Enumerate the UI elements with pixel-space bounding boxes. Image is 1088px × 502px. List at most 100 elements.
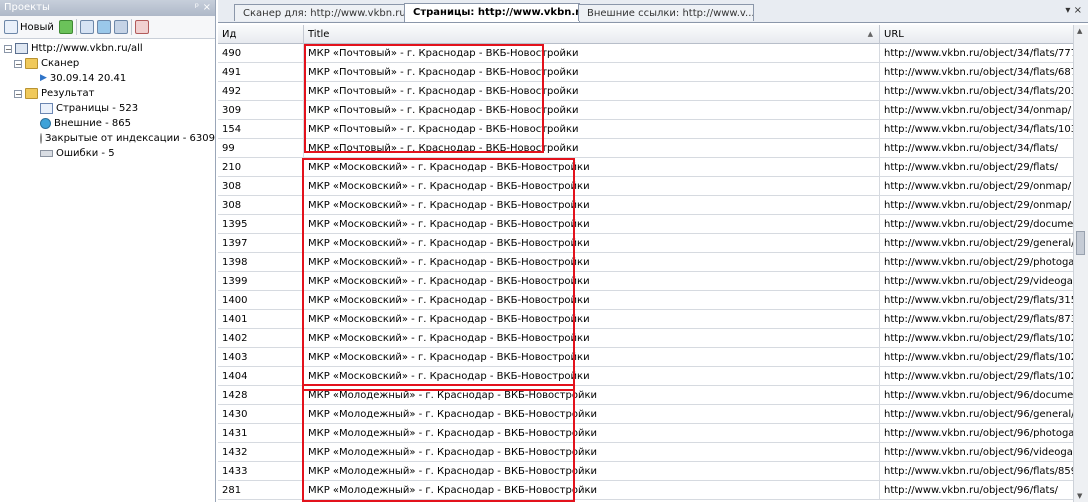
cell-url: http://www.vkbn.ru/object/34/flats/777/ xyxy=(880,44,1080,63)
cell-title: МКР «Почтовый» - г. Краснодар - ВКБ-Ново… xyxy=(304,82,880,101)
cell-title: МКР «Московский» - г. Краснодар - ВКБ-Но… xyxy=(304,348,880,367)
table-row[interactable]: 1403 МКР «Московский» - г. Краснодар - ВК… xyxy=(218,348,1080,367)
scroll-down-icon[interactable]: ▼ xyxy=(1077,492,1082,500)
table-row[interactable]: 1397 МКР «Московский» - г. Краснодар - ВК… xyxy=(218,234,1080,253)
collapse-icon[interactable]: − xyxy=(14,59,22,68)
new-project-label: Новый xyxy=(20,21,54,33)
tree-node-result[interactable]: − Результат xyxy=(4,86,215,101)
table-row[interactable]: 491 МКР «Почтовый» - г. Краснодар - ВКБ-Н… xyxy=(218,63,1080,82)
cell-id: 490 xyxy=(218,44,304,63)
scroll-thumb[interactable] xyxy=(1076,231,1085,255)
collapse-icon[interactable]: − xyxy=(14,89,22,98)
tab-pages[interactable]: Страницы: http://www.vkbn.r... xyxy=(404,3,580,22)
cell-url: http://www.vkbn.ru/object/29/documentati… xyxy=(880,215,1080,234)
cell-title: МКР «Молодежный» - г. Краснодар - ВКБ-Но… xyxy=(304,481,880,500)
tree-node-scan-date[interactable]: ▶ 30.09.14 20.41 xyxy=(4,71,215,86)
cell-url: http://www.vkbn.ru/object/34/flats/ xyxy=(880,139,1080,158)
settings-icon[interactable] xyxy=(113,20,128,34)
table-row[interactable]: 1399 МКР «Московский» - г. Краснодар - ВК… xyxy=(218,272,1080,291)
cell-id: 154 xyxy=(218,120,304,139)
cell-url: http://www.vkbn.ru/object/29/onmap/ xyxy=(880,196,1080,215)
vertical-scrollbar[interactable]: ▲ ▼ xyxy=(1073,25,1088,502)
table-row[interactable]: 1404 МКР «Московский» - г. Краснодар - ВК… xyxy=(218,367,1080,386)
column-header-id[interactable]: Ид xyxy=(218,25,304,44)
tree-node-root[interactable]: − Http://www.vkbn.ru/all xyxy=(4,41,215,56)
cell-url: http://www.vkbn.ru/object/34/onmap/ xyxy=(880,101,1080,120)
cell-id: 1398 xyxy=(218,253,304,272)
tree-node-external[interactable]: Внешние - 865 xyxy=(4,116,215,131)
table-row[interactable]: 154 МКР «Почтовый» - г. Краснодар - ВКБ-Н… xyxy=(218,120,1080,139)
table-row[interactable]: 1402 МКР «Московский» - г. Краснодар - ВК… xyxy=(218,329,1080,348)
table-row[interactable]: 309 МКР «Почтовый» - г. Краснодар - ВКБ-Н… xyxy=(218,101,1080,120)
close-panel-icon[interactable]: × xyxy=(203,0,211,16)
cell-title: МКР «Почтовый» - г. Краснодар - ВКБ-Ново… xyxy=(304,63,880,82)
tree-pages-label: Страницы - 523 xyxy=(56,103,139,114)
projects-panel-title: Проекты xyxy=(4,2,50,13)
cell-url: http://www.vkbn.ru/object/29/flats/1026/ xyxy=(880,329,1080,348)
collapse-icon[interactable]: − xyxy=(4,44,12,53)
cell-url: http://www.vkbn.ru/object/96/flats/859/ xyxy=(880,462,1080,481)
refresh-icon[interactable] xyxy=(58,20,73,34)
open-icon[interactable] xyxy=(79,20,94,34)
tab-external-links[interactable]: Внешние ссылки: http://www.v... xyxy=(578,4,754,21)
scroll-up-icon[interactable]: ▲ xyxy=(1077,27,1082,35)
cell-url: http://www.vkbn.ru/object/29/flats/873/ xyxy=(880,310,1080,329)
cell-id: 1402 xyxy=(218,329,304,348)
cell-title: МКР «Московский» - г. Краснодар - ВКБ-Но… xyxy=(304,253,880,272)
cell-id: 1430 xyxy=(218,405,304,424)
project-tree: − Http://www.vkbn.ru/all − Сканер ▶ 30.0… xyxy=(0,39,215,161)
new-project-button[interactable]: Новый xyxy=(2,18,56,36)
cell-title: МКР «Московский» - г. Краснодар - ВКБ-Но… xyxy=(304,310,880,329)
table-row[interactable]: 492 МКР «Почтовый» - г. Краснодар - ВКБ-Н… xyxy=(218,82,1080,101)
table-row[interactable]: 308 МКР «Московский» - г. Краснодар - ВКБ… xyxy=(218,196,1080,215)
table-row[interactable]: 1430 МКР «Молодежный» - г. Краснодар - ВК… xyxy=(218,405,1080,424)
table-row[interactable]: 210 МКР «Московский» - г. Краснодар - ВКБ… xyxy=(218,158,1080,177)
cell-id: 1428 xyxy=(218,386,304,405)
cell-title: МКР «Почтовый» - г. Краснодар - ВКБ-Ново… xyxy=(304,101,880,120)
table-row[interactable]: 490 МКР «Почтовый» - г. Краснодар - ВКБ-Н… xyxy=(218,44,1080,63)
cell-title: МКР «Московский» - г. Краснодар - ВКБ-Но… xyxy=(304,234,880,253)
cell-url: http://www.vkbn.ru/object/96/documentati… xyxy=(880,386,1080,405)
table-row[interactable]: 99 МКР «Почтовый» - г. Краснодар - ВКБ-Но… xyxy=(218,139,1080,158)
cell-id: 1400 xyxy=(218,291,304,310)
column-header-title[interactable]: Title ▲ xyxy=(304,25,880,44)
table-row[interactable]: 1433 МКР «Молодежный» - г. Краснодар - ВК… xyxy=(218,462,1080,481)
table-row[interactable]: 1395 МКР «Московский» - г. Краснодар - ВК… xyxy=(218,215,1080,234)
delete-icon[interactable] xyxy=(134,20,149,34)
table-row[interactable]: 1400 МКР «Московский» - г. Краснодар - ВК… xyxy=(218,291,1080,310)
table-row[interactable]: 308 МКР «Московский» - г. Краснодар - ВКБ… xyxy=(218,177,1080,196)
pages-icon xyxy=(40,103,53,114)
column-header-title-label: Title xyxy=(308,29,330,40)
tab-scanner[interactable]: Сканер для: http://www.vkbn.ru... xyxy=(234,4,406,21)
sort-ascending-icon: ▲ xyxy=(867,30,873,38)
cell-id: 1395 xyxy=(218,215,304,234)
cell-id: 492 xyxy=(218,82,304,101)
site-icon xyxy=(15,43,28,54)
tree-node-closed[interactable]: Закрытые от индексации - 6309 xyxy=(4,131,215,146)
cell-url: http://www.vkbn.ru/object/96/flats/ xyxy=(880,481,1080,500)
pin-icon[interactable]: ᵖ xyxy=(195,0,199,16)
cell-title: МКР «Молодежный» - г. Краснодар - ВКБ-Но… xyxy=(304,405,880,424)
tree-node-pages[interactable]: Страницы - 523 xyxy=(4,101,215,116)
table-row[interactable]: 1398 МКР «Московский» - г. Краснодар - ВК… xyxy=(218,253,1080,272)
tree-node-errors[interactable]: Ошибки - 5 xyxy=(4,146,215,161)
document-area: Сканер для: http://www.vkbn.ru... Страни… xyxy=(218,0,1088,502)
projects-panel-title-bar: Проекты ᵖ × xyxy=(0,0,215,16)
cell-id: 99 xyxy=(218,139,304,158)
cell-id: 1432 xyxy=(218,443,304,462)
table-row[interactable]: 1401 МКР «Московский» - г. Краснодар - ВК… xyxy=(218,310,1080,329)
tab-list-close-controls[interactable]: ▾ × xyxy=(1065,5,1082,16)
export-icon[interactable] xyxy=(96,20,111,34)
table-row[interactable]: 1432 МКР «Молодежный» - г. Краснодар - ВК… xyxy=(218,443,1080,462)
cell-url: http://www.vkbn.ru/object/34/flats/687/ xyxy=(880,63,1080,82)
folder-open-icon xyxy=(25,88,38,99)
table-row[interactable]: 1428 МКР «Молодежный» - г. Краснодар - ВК… xyxy=(218,386,1080,405)
tree-node-scanner[interactable]: − Сканер xyxy=(4,56,215,71)
error-icon xyxy=(40,150,53,157)
cell-url: http://www.vkbn.ru/object/29/flats/315/ xyxy=(880,291,1080,310)
table-row[interactable]: 1431 МКР «Молодежный» - г. Краснодар - ВК… xyxy=(218,424,1080,443)
table-row[interactable]: 281 МКР «Молодежный» - г. Краснодар - ВКБ… xyxy=(218,481,1080,500)
cell-url: http://www.vkbn.ru/object/29/flats/1028/ xyxy=(880,367,1080,386)
column-header-url[interactable]: URL xyxy=(880,25,1080,44)
cell-id: 1433 xyxy=(218,462,304,481)
